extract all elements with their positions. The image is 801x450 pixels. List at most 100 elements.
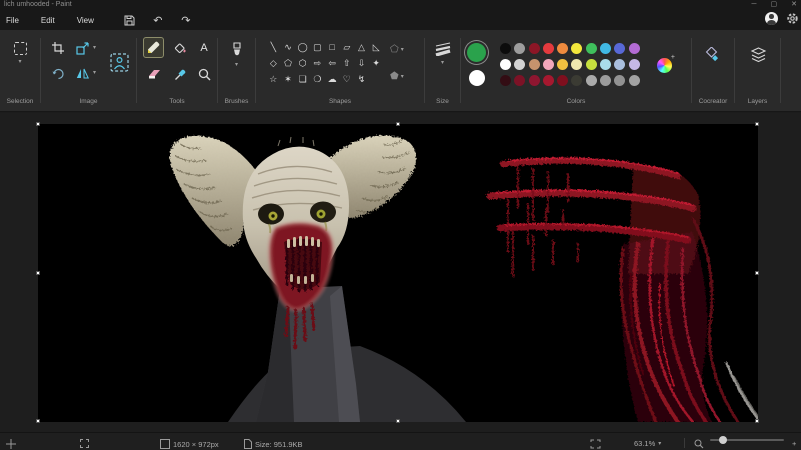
shape-arrow-down-icon[interactable]: ⇩ [354, 55, 369, 71]
palette-swatch[interactable] [614, 59, 625, 70]
chevron-down-icon[interactable]: ▾ [441, 60, 444, 66]
palette-swatch[interactable] [614, 43, 625, 54]
cocreator-button[interactable] [703, 46, 721, 64]
shape-outline-dropdown[interactable]: ⬠ ▾ [390, 44, 404, 55]
chevron-down-icon[interactable]: ▾ [93, 45, 96, 51]
fill-tool-button[interactable] [171, 39, 189, 57]
shape-cloud-callout-icon[interactable]: ☁ [325, 71, 340, 87]
palette-swatch[interactable] [529, 59, 540, 70]
settings-gear-icon[interactable] [786, 12, 799, 25]
account-avatar[interactable] [765, 12, 778, 25]
eraser-tool-button[interactable] [145, 65, 163, 83]
resize-handle-bottom-center[interactable] [396, 419, 400, 423]
shape-arrow-left-icon[interactable]: ⇦ [325, 55, 340, 71]
shape-six-point-star-icon[interactable]: ✶ [281, 71, 296, 87]
shape-line-icon[interactable]: ╲ [266, 39, 281, 55]
palette-swatch[interactable] [586, 43, 597, 54]
shape-heart-icon[interactable]: ♡ [339, 71, 354, 87]
resize-handle-bottom-left[interactable] [36, 419, 40, 423]
shape-fill-dropdown[interactable]: ⬟ ▾ [390, 71, 404, 82]
menu-file[interactable]: File [0, 16, 27, 25]
text-tool-button[interactable]: A [195, 39, 213, 57]
shape-pentagon-icon[interactable]: ⬠ [281, 55, 296, 71]
palette-swatch[interactable] [571, 43, 582, 54]
palette-swatch[interactable] [586, 75, 597, 86]
shape-five-point-star-icon[interactable]: ☆ [266, 71, 281, 87]
palette-swatch[interactable] [529, 75, 540, 86]
crop-button[interactable] [49, 39, 67, 57]
shape-triangle-icon[interactable]: △ [354, 39, 369, 55]
brush-icon[interactable] [231, 42, 243, 58]
magnifier-tool-button[interactable] [195, 65, 213, 83]
resize-button[interactable] [73, 39, 91, 57]
zoom-in-button[interactable]: + [792, 439, 796, 448]
chevron-down-icon[interactable]: ▾ [235, 62, 238, 68]
chevron-down-icon[interactable]: ▾ [18, 59, 21, 65]
chevron-down-icon[interactable]: ▾ [93, 70, 96, 76]
shape-rect-callout-icon[interactable]: ❏ [295, 71, 310, 87]
shape-arrow-up-icon[interactable]: ⇧ [339, 55, 354, 71]
shape-lightning-icon[interactable]: ↯ [354, 71, 369, 87]
palette-swatch[interactable] [543, 59, 554, 70]
palette-swatch[interactable] [571, 59, 582, 70]
zoom-out-button[interactable] [694, 439, 704, 449]
zoom-level-dropdown[interactable]: 63.1% ▾ [634, 439, 661, 448]
resize-handle-bottom-right[interactable] [755, 419, 759, 423]
palette-swatch[interactable] [500, 43, 511, 54]
resize-handle-middle-left[interactable] [36, 271, 40, 275]
layers-button[interactable] [749, 46, 767, 64]
resize-handle-top-center[interactable] [396, 122, 400, 126]
color2-swatch[interactable] [469, 70, 485, 86]
shape-polygon-icon[interactable]: ▱ [339, 39, 354, 55]
shape-oval-icon[interactable]: ◯ [295, 39, 310, 55]
shape-arrow-right-icon[interactable]: ⇨ [310, 55, 325, 71]
palette-swatch[interactable] [586, 59, 597, 70]
resize-handle-middle-right[interactable] [755, 271, 759, 275]
select-tool-icon[interactable] [14, 42, 27, 55]
canvas[interactable] [38, 124, 758, 422]
palette-swatch[interactable] [529, 43, 540, 54]
zoom-slider[interactable] [710, 439, 784, 441]
palette-swatch[interactable] [600, 75, 611, 86]
shape-right-triangle-icon[interactable]: ◺ [369, 39, 384, 55]
redo-button[interactable]: ↷ [178, 14, 194, 28]
palette-swatch[interactable] [614, 75, 625, 86]
shape-diamond-icon[interactable]: ◇ [266, 55, 281, 71]
shape-oval-callout-icon[interactable]: ❍ [310, 71, 325, 87]
flip-button[interactable] [73, 64, 91, 82]
maximize-button[interactable]: ▢ [771, 0, 778, 11]
palette-swatch[interactable] [514, 59, 525, 70]
eyedropper-tool-button[interactable] [171, 65, 189, 83]
minimize-button[interactable]: ─ [752, 0, 757, 11]
palette-swatch[interactable] [557, 43, 568, 54]
palette-swatch[interactable] [500, 59, 511, 70]
palette-swatch[interactable] [543, 43, 554, 54]
palette-swatch[interactable] [629, 75, 640, 86]
palette-swatch[interactable] [500, 75, 511, 86]
resize-handle-top-left[interactable] [36, 122, 40, 126]
palette-swatch[interactable] [543, 75, 554, 86]
palette-swatch[interactable] [514, 75, 525, 86]
palette-swatch[interactable] [629, 59, 640, 70]
zoom-slider-track[interactable] [710, 439, 784, 441]
palette-swatch[interactable] [571, 75, 582, 86]
shape-four-point-star-icon[interactable]: ✦ [369, 55, 384, 71]
palette-swatch[interactable] [629, 43, 640, 54]
close-button[interactable]: ✕ [791, 0, 797, 11]
palette-swatch[interactable] [600, 43, 611, 54]
shape-rounded-rectangle-icon[interactable]: ▢ [310, 39, 325, 55]
fit-to-window-button[interactable] [590, 439, 601, 449]
pencil-tool-button[interactable] [143, 37, 164, 58]
undo-button[interactable]: ↶ [150, 14, 166, 28]
menu-edit[interactable]: Edit [33, 16, 63, 25]
palette-swatch[interactable] [557, 59, 568, 70]
zoom-slider-thumb[interactable] [719, 436, 727, 444]
resize-handle-top-right[interactable] [755, 122, 759, 126]
color1-swatch[interactable] [467, 43, 486, 62]
rotate-button[interactable] [49, 64, 67, 82]
shape-hexagon-icon[interactable]: ⬡ [295, 55, 310, 71]
shape-curve-icon[interactable]: ∿ [281, 39, 296, 55]
palette-swatch[interactable] [557, 75, 568, 86]
shape-rectangle-icon[interactable]: □ [325, 39, 340, 55]
palette-swatch[interactable] [514, 43, 525, 54]
